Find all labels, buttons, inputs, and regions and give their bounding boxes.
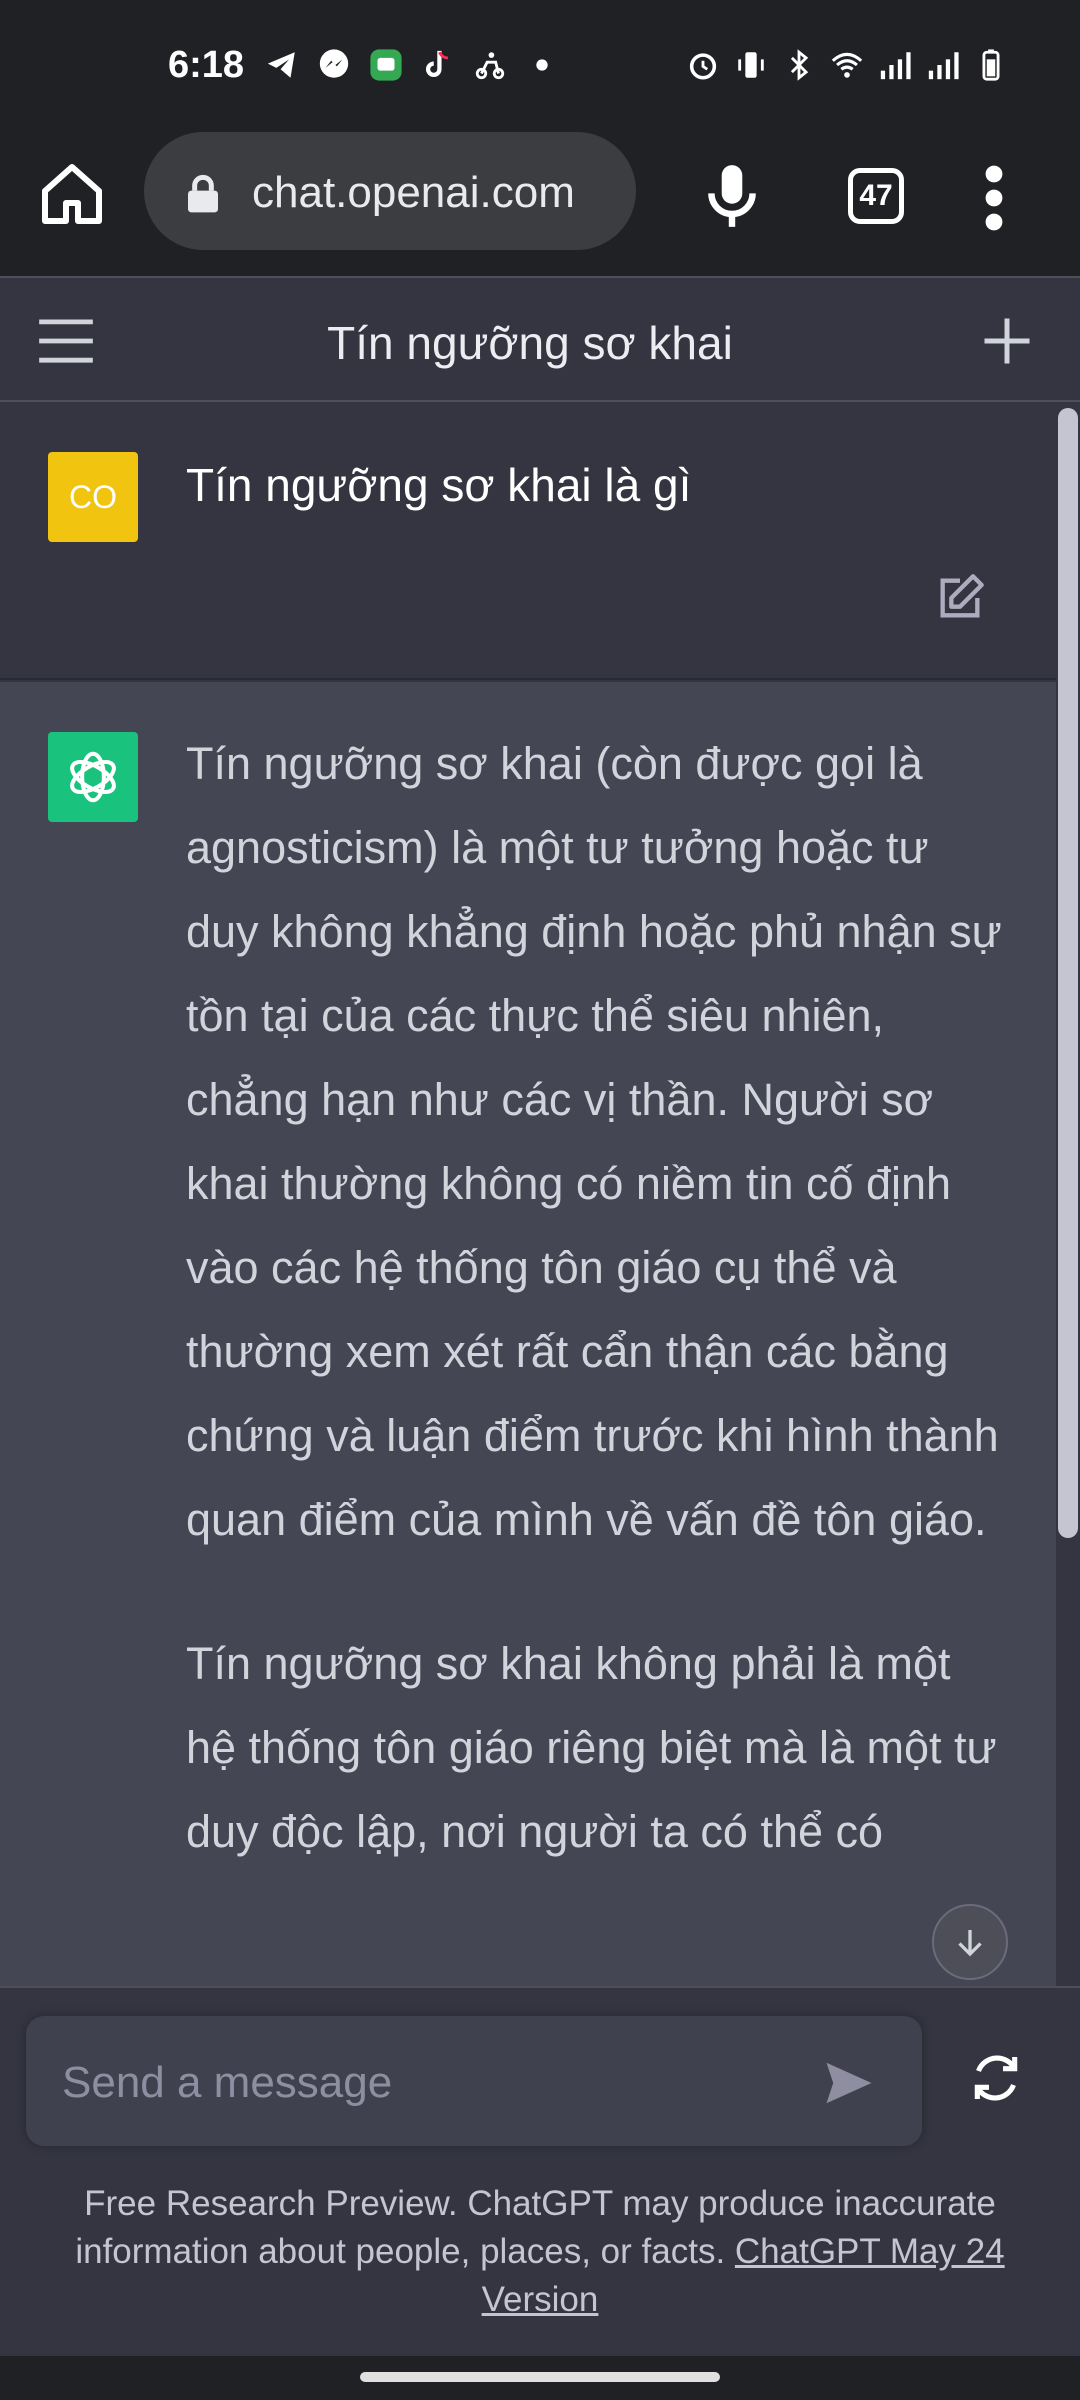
chat-header: Tín ngưỡng sơ khai [0,276,1080,402]
message-input[interactable]: Send a message [26,2016,922,2146]
assistant-message: Tín ngưỡng sơ khai (còn được gọi là agno… [0,682,1056,1986]
system-navigation-bar [0,2356,1080,2400]
openai-logo-icon [70,751,116,803]
microphone-icon[interactable] [700,160,764,232]
assistant-message-body: Tín ngưỡng sơ khai (còn được gọi là agno… [186,722,1006,1934]
scrollbar-thumb[interactable] [1058,408,1078,1538]
tiktok-icon [425,50,448,78]
notification-icons [265,48,559,82]
messenger-icon [319,49,349,78]
scooter-icon [475,52,505,80]
home-icon[interactable] [36,158,108,230]
messages-icon [370,49,402,81]
new-chat-plus-icon[interactable] [980,314,1034,368]
composer: Send a message Free Research Preview. Ch… [0,1986,1080,2356]
wifi-icon [831,52,863,78]
tab-switcher-button[interactable]: 47 [848,168,904,224]
regenerate-icon[interactable] [968,2050,1024,2106]
vibrate-icon [738,52,764,78]
user-message-text: Tín ngưỡng sơ khai là gì [186,459,692,511]
arrow-down-icon [958,1930,982,1957]
assistant-paragraph: Tín ngưỡng sơ khai không phải là một hệ … [186,1638,997,1857]
lock-icon [188,174,218,213]
scroll-to-bottom-button[interactable] [932,1904,1008,1980]
address-bar[interactable]: chat.openai.com [144,132,636,250]
send-icon[interactable] [822,2056,876,2110]
edit-icon[interactable] [934,572,986,624]
assistant-paragraph: Tín ngưỡng sơ khai (còn được gọi là agno… [186,738,1002,1545]
conversation-title: Tín ngưỡng sơ khai [327,317,733,369]
battery-icon [982,49,1000,81]
status-time: 6:18 [168,44,245,86]
user-avatar: CO [48,452,138,542]
more-options-icon[interactable] [974,162,1014,234]
chatgpt-avatar [48,732,138,822]
bluetooth-icon [790,49,809,81]
browser-toolbar: chat.openai.com 47 [0,120,1080,276]
signal-icon [880,52,911,80]
dot-icon [536,59,548,71]
alarm-icon [689,53,717,80]
home-gesture-handle[interactable] [360,2372,720,2382]
url-text[interactable]: chat.openai.com [252,168,624,218]
user-message: CO Tín ngưỡng sơ khai là gì [0,402,1056,680]
status-bar: 6:18 [0,0,1080,120]
message-input-placeholder[interactable]: Send a message [62,2058,392,2108]
system-icons [686,48,1008,82]
signal-icon-2 [928,52,959,80]
disclaimer: Free Research Preview. ChatGPT may produ… [40,2180,1040,2324]
chat-thread: CO Tín ngưỡng sơ khai là gì Tín ngưỡng s… [0,402,1056,1986]
telegram-icon [267,52,295,78]
